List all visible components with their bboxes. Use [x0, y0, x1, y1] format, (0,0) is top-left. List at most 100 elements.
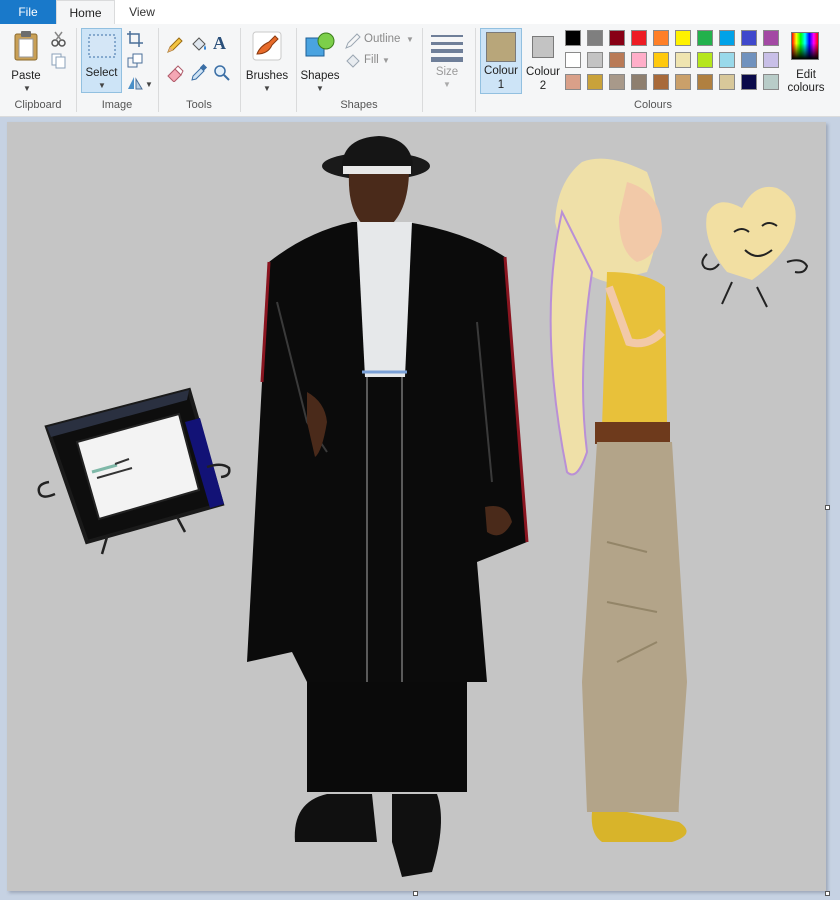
chevron-down-icon: ▼ [316, 84, 324, 93]
palette-swatch[interactable] [763, 30, 779, 46]
crop-icon[interactable] [126, 30, 144, 48]
palette-swatch[interactable] [675, 74, 691, 90]
box-character-drawing [37, 387, 231, 555]
copy-icon[interactable] [50, 52, 68, 70]
palette-swatch[interactable] [587, 30, 603, 46]
palette-swatch[interactable] [697, 52, 713, 68]
colour2-swatch [532, 36, 554, 58]
fill-button[interactable]: Fill ▼ [344, 53, 404, 71]
rotate-icon[interactable] [126, 74, 144, 92]
tab-file[interactable]: File [0, 0, 56, 24]
resize-handle-bottom[interactable] [413, 891, 418, 896]
palette-swatch[interactable] [609, 52, 625, 68]
palette-swatch[interactable] [719, 30, 735, 46]
brush-icon [252, 31, 282, 61]
palette-swatch[interactable] [697, 30, 713, 46]
select-button[interactable]: Select ▼ [81, 28, 122, 93]
paste-label: Paste [11, 70, 41, 82]
palette-swatch[interactable] [565, 30, 581, 46]
canvas-workspace [0, 117, 840, 900]
colour2-button[interactable]: Colour 2 [524, 28, 562, 94]
palette-swatch[interactable] [587, 52, 603, 68]
palette-swatch[interactable] [741, 30, 757, 46]
shapes-icon [305, 32, 335, 57]
palette-swatch[interactable] [763, 52, 779, 68]
clipboard-group-label: Clipboard [14, 99, 62, 111]
shapes-label: Shapes [300, 70, 340, 82]
clipboard-icon [14, 31, 38, 61]
outline-button[interactable]: Outline ▼ [344, 32, 416, 50]
cut-icon[interactable] [50, 30, 68, 48]
resize-icon[interactable] [126, 52, 144, 70]
palette-swatch[interactable] [675, 30, 691, 46]
colour2-label: Colour [526, 66, 560, 78]
palette-swatch[interactable] [763, 74, 779, 90]
resize-handle-right[interactable] [825, 505, 830, 510]
tab-view[interactable]: View [118, 0, 166, 24]
palette-swatch[interactable] [697, 74, 713, 90]
pencil-icon[interactable] [166, 36, 184, 54]
chevron-down-icon: ▼ [263, 84, 271, 93]
eraser-icon[interactable] [166, 64, 184, 82]
magnifier-icon[interactable] [213, 64, 231, 82]
colour1-label: Colour [484, 65, 518, 77]
paste-button[interactable]: Paste ▼ [6, 28, 46, 94]
edit-colours-button[interactable]: Edit colours [786, 28, 826, 94]
chevron-down-icon: ▼ [382, 56, 390, 65]
chevron-down-icon: ▼ [443, 80, 451, 89]
image-group-label: Image [101, 99, 133, 111]
palette-swatch[interactable] [653, 52, 669, 68]
edit-colours-line2: colours [787, 82, 825, 94]
size-label: Size [435, 66, 459, 78]
select-rectangle-icon [88, 34, 116, 58]
colour1-swatch [486, 32, 516, 62]
palette-swatch[interactable] [741, 74, 757, 90]
palette-swatch[interactable] [719, 52, 735, 68]
colour2-number: 2 [539, 80, 547, 92]
fill-label: Fill [364, 54, 379, 66]
palette-swatch[interactable] [653, 74, 669, 90]
palette-swatch[interactable] [741, 52, 757, 68]
colour1-number: 1 [497, 79, 505, 91]
size-button[interactable]: Size ▼ [426, 28, 468, 94]
fill-icon [346, 54, 360, 68]
group-divider [475, 28, 476, 112]
shapes-button[interactable]: Shapes ▼ [300, 28, 340, 94]
ribbon-home: Paste ▼ Clipboard Select ▼ ▼ Image A Too… [0, 24, 840, 117]
palette-swatch[interactable] [631, 30, 647, 46]
palette-swatch[interactable] [587, 74, 603, 90]
palette-swatch[interactable] [631, 52, 647, 68]
tab-home[interactable]: Home [56, 0, 115, 26]
text-icon[interactable]: A [213, 33, 226, 54]
outline-label: Outline [364, 33, 401, 45]
fill-bucket-icon[interactable] [190, 36, 208, 54]
color-picker-icon[interactable] [190, 64, 208, 82]
palette-swatch[interactable] [675, 52, 691, 68]
chevron-down-icon[interactable]: ▼ [145, 80, 153, 89]
coat-man-drawing [247, 136, 529, 877]
palette-swatch[interactable] [609, 30, 625, 46]
colour1-button[interactable]: Colour 1 [480, 28, 522, 94]
drawing-canvas[interactable] [7, 122, 826, 891]
palette-swatch[interactable] [565, 52, 581, 68]
edit-colours-line1: Edit [796, 69, 816, 81]
palette-swatch[interactable] [653, 30, 669, 46]
colour-wheel-icon [791, 32, 819, 60]
girl-drawing [549, 158, 687, 842]
palette-swatch[interactable] [631, 74, 647, 90]
shapes-group-label: Shapes [340, 99, 378, 111]
tools-group-label: Tools [186, 99, 212, 111]
chevron-down-icon: ▼ [406, 35, 414, 44]
palette-swatch[interactable] [565, 74, 581, 90]
group-divider [158, 28, 159, 112]
outline-icon [345, 33, 361, 49]
line-size-icon [431, 35, 463, 62]
group-divider [76, 28, 77, 112]
palette-swatch[interactable] [609, 74, 625, 90]
palette-swatch[interactable] [719, 74, 735, 90]
chevron-down-icon: ▼ [23, 84, 31, 93]
brushes-button[interactable]: Brushes ▼ [244, 28, 290, 94]
group-divider [422, 28, 423, 112]
resize-handle-corner[interactable] [825, 891, 830, 896]
heart-character-drawing [701, 186, 809, 308]
